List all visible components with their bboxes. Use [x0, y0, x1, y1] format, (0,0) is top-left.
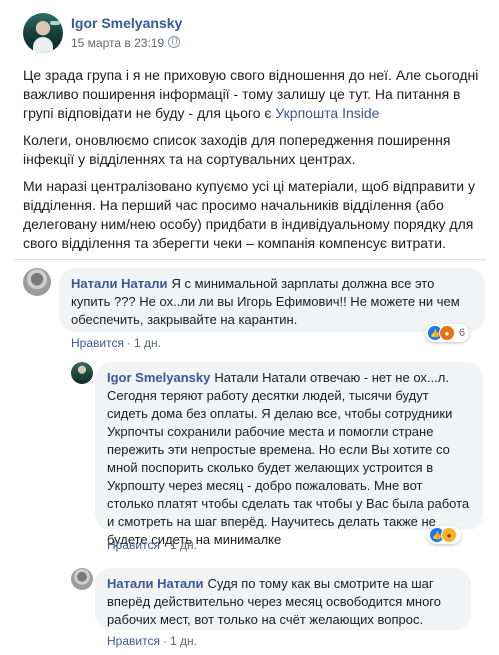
comment-bubble: Натали Натали Судя по тому как вы смотрит…	[95, 568, 471, 630]
like-button[interactable]: Нравится	[107, 634, 160, 648]
sad-icon: ●	[441, 527, 457, 543]
post-timestamp[interactable]: 15 марта в 23:19	[71, 36, 181, 50]
reaction-summary[interactable]: 👍 ● 6	[425, 324, 470, 342]
post-author-name[interactable]: Igor Smelyansky	[71, 15, 182, 31]
reply-comment: Igor Smelyansky Натали Натали отвечаю - н…	[71, 362, 483, 552]
avatar-figure	[33, 37, 53, 53]
angry-icon: ●	[439, 325, 455, 341]
comment-actions: Нравится · 1 дн.	[71, 336, 161, 350]
reply-comment: Натали Натали Судя по тому как вы смотрит…	[71, 568, 483, 648]
avatar-badge	[50, 21, 60, 25]
like-button[interactable]: Нравится	[71, 336, 124, 350]
commenter-avatar[interactable]	[23, 268, 51, 296]
post-paragraph: Колеги, оновлюємо список заходів для поп…	[23, 132, 451, 167]
post-timestamp-text[interactable]: 15 марта в 23:19	[71, 36, 164, 50]
comment-actions: Нравится · 1 дн.	[107, 538, 197, 552]
commenter-avatar[interactable]	[71, 568, 93, 590]
comment-bubble: Igor Smelyansky Натали Натали отвечаю - н…	[95, 362, 483, 547]
comment-author[interactable]: Igor Smelyansky	[107, 370, 210, 385]
separator-dot: ·	[126, 336, 131, 350]
like-button[interactable]: Нравится	[107, 538, 160, 552]
comment-time[interactable]: 1 дн.	[170, 538, 197, 552]
separator-dot: ·	[162, 538, 167, 552]
post-paragraph: Це зрада група і я не приховую свого від…	[23, 66, 481, 123]
comment-text: Натали Натали отвечаю - нет не ох...л. С…	[107, 370, 470, 547]
post-header: Igor Smelyansky 15 марта в 23:19	[23, 13, 483, 57]
comment-bubble: Натали Натали Я с минимальной зарплаты до…	[59, 268, 485, 332]
comments-divider	[14, 259, 486, 260]
separator-dot: ·	[162, 634, 167, 648]
reaction-count: 6	[459, 327, 466, 339]
author-avatar[interactable]	[23, 13, 63, 53]
comment: Натали Натали Я с минимальной зарплаты до…	[23, 268, 485, 350]
comment-time[interactable]: 1 дн.	[134, 336, 161, 350]
comment-author[interactable]: Натали Натали	[71, 276, 168, 291]
commenter-avatar[interactable]	[71, 362, 93, 384]
post-paragraph-1-text: Це зрада група і я не приховую свого від…	[23, 67, 479, 121]
globe-icon	[168, 36, 181, 48]
group-link[interactable]: Укрпошта Inside	[275, 105, 379, 121]
post-body: Це зрада група і я не приховую свого від…	[23, 66, 481, 261]
comment-time[interactable]: 1 дн.	[170, 634, 197, 648]
reaction-summary[interactable]: 👍 ●	[427, 526, 461, 544]
comment-author[interactable]: Натали Натали	[107, 576, 204, 591]
post-paragraph: Ми наразі централізовано купуємо усі ці …	[23, 178, 475, 251]
comment-actions: Нравится · 1 дн.	[107, 634, 197, 648]
